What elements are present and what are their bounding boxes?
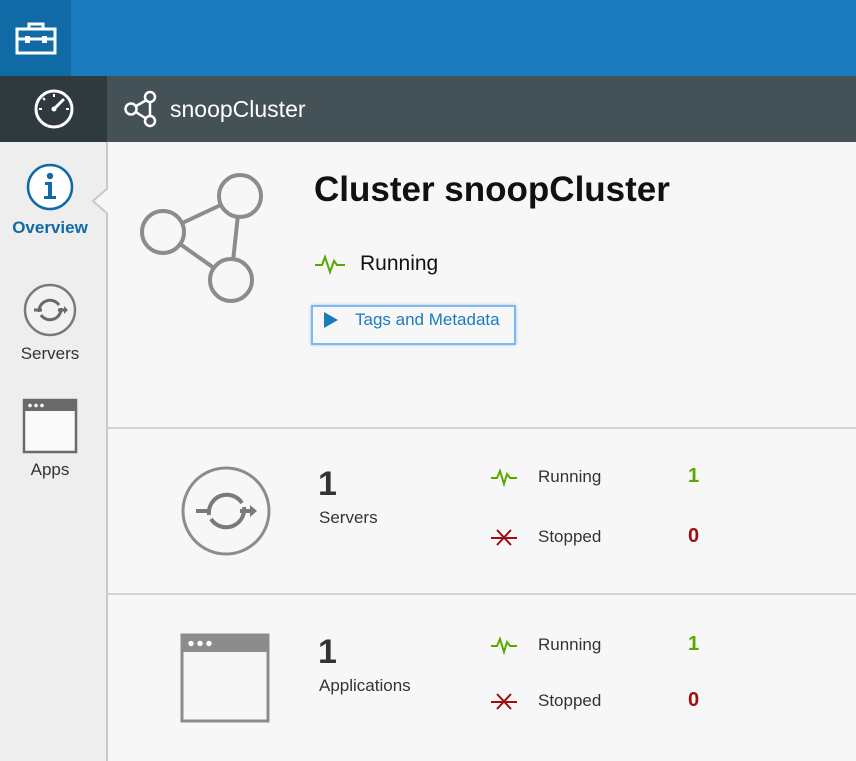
servers-label: Servers xyxy=(319,508,378,527)
applications-running-row[interactable]: Running 1 xyxy=(490,633,730,656)
app-window-icon xyxy=(22,398,78,454)
applications-stopped-row[interactable]: Stopped 0 xyxy=(490,689,730,712)
cluster-large-icon xyxy=(140,173,263,303)
sidebar-item-apps[interactable]: Apps xyxy=(0,398,100,480)
toolbox-button[interactable] xyxy=(0,0,71,76)
expand-triangle-icon xyxy=(324,312,338,328)
sidebar-item-label: Servers xyxy=(20,344,80,363)
applications-running-count: 1 xyxy=(688,633,700,655)
context-bar: snoopCluster xyxy=(0,76,856,142)
status-label: Running xyxy=(360,252,439,275)
tags-metadata-label: Tags and Metadata xyxy=(355,310,500,329)
sidebar-item-servers[interactable]: Servers xyxy=(0,282,100,364)
server-sync-large-icon[interactable] xyxy=(180,465,272,557)
running-pulse-icon xyxy=(491,635,517,655)
top-bar xyxy=(0,0,856,76)
dashboard-gauge-icon xyxy=(34,89,73,129)
servers-running-label: Running xyxy=(538,466,602,486)
servers-summary: 1 Servers Running 1 Stopped 0 xyxy=(108,429,856,595)
running-pulse-icon xyxy=(315,254,345,275)
sidebar: Overview Servers Apps xyxy=(0,142,109,761)
servers-running-count: 1 xyxy=(688,465,700,487)
breadcrumb-label[interactable]: snoopCluster xyxy=(170,96,306,123)
applications-count: 1 xyxy=(318,633,337,671)
servers-running-row[interactable]: Running 1 xyxy=(490,465,730,488)
info-icon xyxy=(26,163,74,211)
cluster-icon xyxy=(124,90,157,128)
servers-stopped-count: 0 xyxy=(688,525,700,547)
running-pulse-icon xyxy=(491,467,517,487)
sidebar-item-label: Apps xyxy=(30,460,70,479)
servers-count: 1 xyxy=(318,465,337,503)
servers-stopped-label: Stopped xyxy=(538,526,602,546)
sidebar-item-overview[interactable]: Overview xyxy=(0,162,100,238)
stopped-x-icon xyxy=(491,692,517,710)
applications-stopped-count: 0 xyxy=(688,689,700,711)
servers-stopped-row[interactable]: Stopped 0 xyxy=(490,525,730,548)
main-content: Cluster snoopCluster Running Tags and Me… xyxy=(108,142,856,761)
applications-label: Applications xyxy=(319,676,411,695)
applications-summary: 1 Applications Running 1 Stopped 0 xyxy=(108,595,856,761)
toolbox-icon xyxy=(15,22,56,55)
server-sync-icon xyxy=(23,283,77,337)
dashboard-button[interactable] xyxy=(0,76,107,142)
sidebar-item-label: Overview xyxy=(12,218,88,237)
stopped-x-icon xyxy=(491,528,517,546)
app-window-large-icon[interactable] xyxy=(180,633,272,725)
applications-stopped-label: Stopped xyxy=(538,690,602,710)
active-pointer xyxy=(91,187,109,215)
tags-metadata-toggle[interactable]: Tags and Metadata xyxy=(311,305,516,345)
applications-running-label: Running xyxy=(538,634,602,654)
page-title: Cluster snoopCluster xyxy=(314,170,670,209)
cluster-status: Running xyxy=(314,252,438,276)
cluster-overview: Cluster snoopCluster Running Tags and Me… xyxy=(108,142,856,429)
breadcrumb: snoopCluster xyxy=(122,76,306,142)
